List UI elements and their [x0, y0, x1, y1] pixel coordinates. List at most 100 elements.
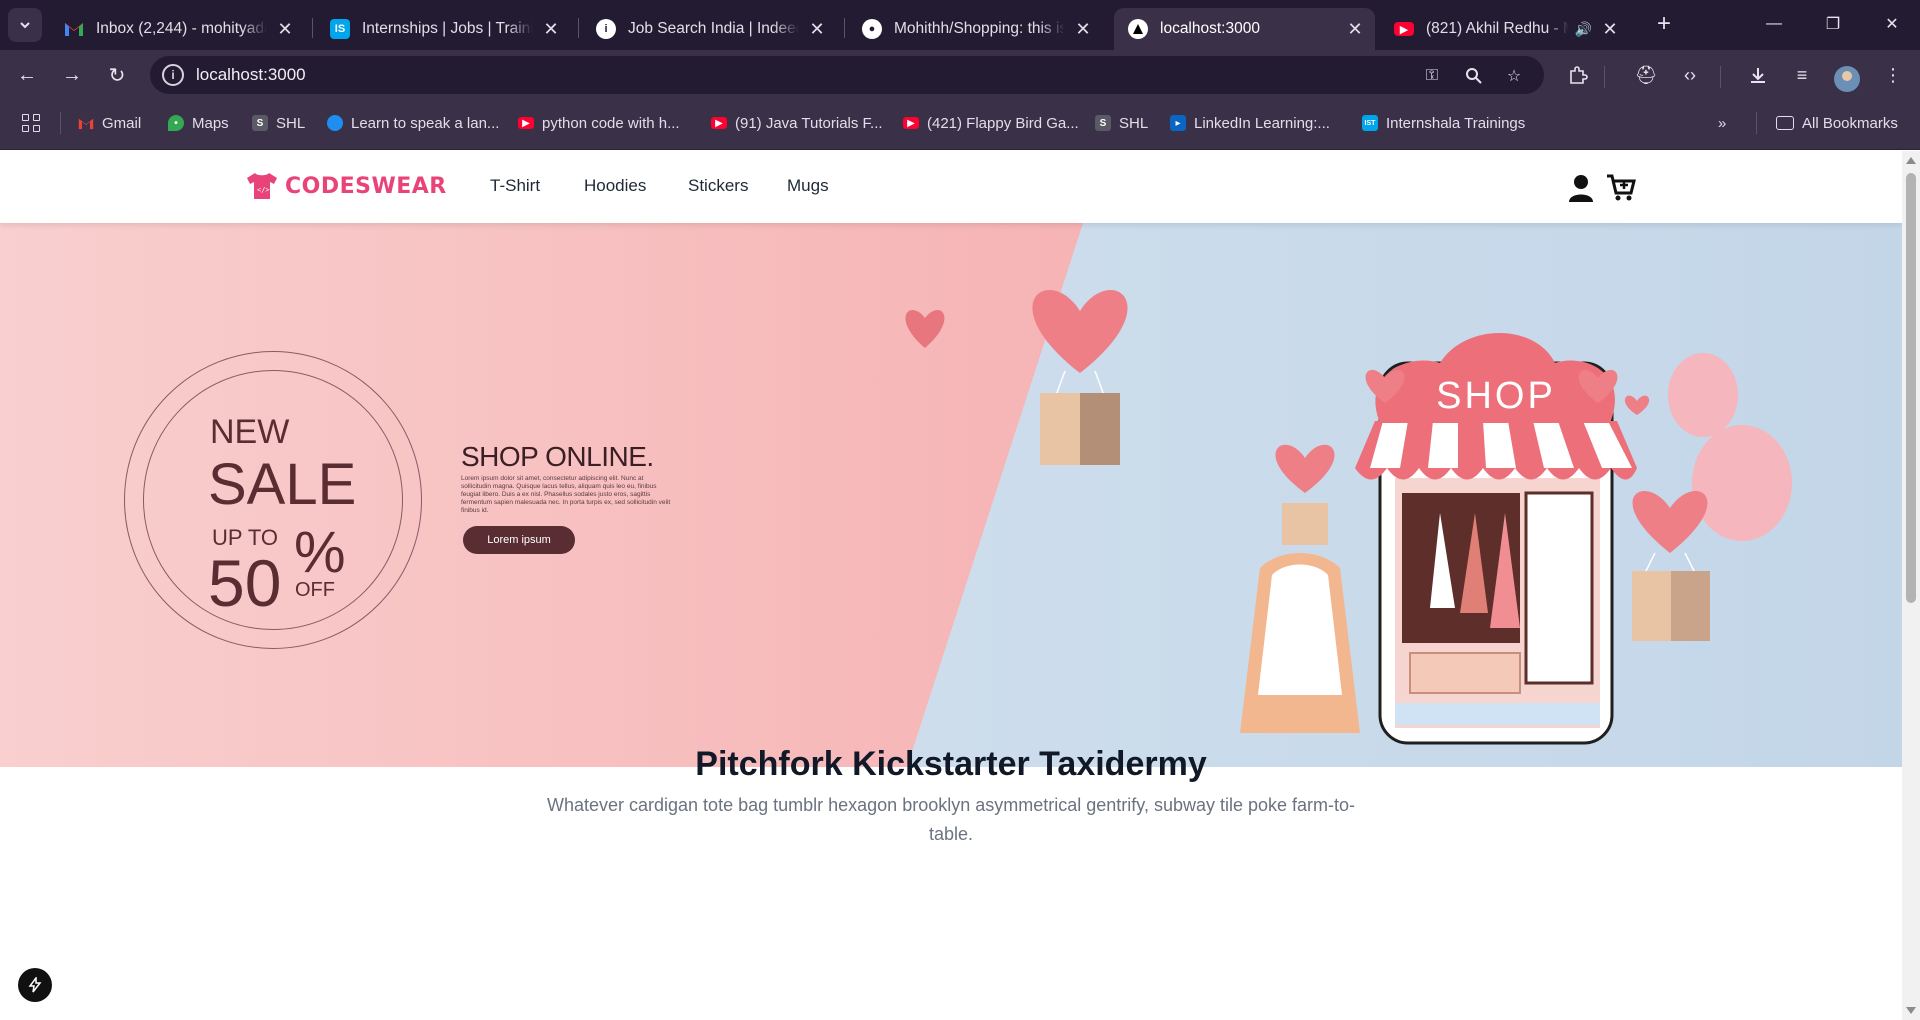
speaker-icon[interactable]: 🔊 [1575, 21, 1592, 38]
tab-indeed[interactable]: i Job Search India | Indeed ✕ [582, 8, 837, 50]
tab-divider [844, 18, 845, 38]
nav-stickers[interactable]: Stickers [688, 176, 748, 196]
bookmark-maps[interactable]: • Maps [168, 112, 229, 134]
bookmarks-bar: Gmail • Maps S SHL Learn to speak a lan.… [0, 98, 1920, 150]
bookmark-shl[interactable]: S SHL [252, 112, 305, 134]
minimize-button[interactable]: — [1754, 10, 1794, 38]
maps-icon: • [168, 115, 184, 131]
bookmark-label: LinkedIn Learning:... [1194, 114, 1330, 132]
github-icon: ● [862, 19, 882, 39]
bookmarks-divider [1756, 112, 1757, 134]
scroll-up-arrow-icon[interactable] [1906, 157, 1916, 164]
bookmark-label: Learn to speak a lan... [351, 114, 500, 132]
bookmark-flappy[interactable]: ▶ (421) Flappy Bird Ga... [903, 112, 1079, 134]
tab-github[interactable]: ● Mohithh/Shopping: this is a ✕ [848, 8, 1103, 50]
close-icon[interactable]: ✕ [1345, 19, 1365, 40]
restore-button[interactable]: ❐ [1813, 10, 1853, 38]
new-tab-button[interactable]: + [1650, 10, 1678, 38]
extensions-icon[interactable] [1565, 62, 1591, 88]
browser-toolbar: ← → ↻ i localhost:3000 ⚿ ☆ ⛑ ‹› ≡ ⋮ [0, 50, 1920, 98]
reload-icon: ↻ [108, 64, 126, 87]
tab-title: Inbox (2,244) - mohityadav [96, 20, 267, 37]
bookmark-internshala[interactable]: IST Internshala Trainings [1362, 112, 1525, 134]
heart-balloon-icon [1275, 444, 1335, 493]
kebab-menu-icon[interactable]: ⋮ [1880, 62, 1906, 88]
bookmark-label: SHL [276, 114, 306, 132]
code-icon[interactable]: ‹› [1677, 62, 1703, 88]
scroll-down-arrow-icon[interactable] [1906, 1007, 1916, 1014]
heart-balloon-icon [1632, 490, 1708, 553]
heart-balloon-icon [1032, 289, 1128, 373]
duolingo-icon [327, 115, 343, 131]
bookmark-shl-2[interactable]: S SHL [1095, 112, 1148, 134]
svg-text:</>: </> [257, 186, 270, 194]
toolbar-divider [1720, 66, 1721, 88]
heart-balloon-icon [1624, 395, 1650, 415]
tshirt-logo-icon: </> [247, 173, 277, 199]
lightning-icon [28, 977, 42, 993]
bookmark-gmail[interactable]: Gmail [78, 112, 141, 134]
nextjs-icon [1128, 19, 1148, 39]
nav-hoodies[interactable]: Hoodies [584, 176, 646, 196]
apps-grid-icon[interactable] [22, 114, 40, 132]
bookmark-label: SHL [1119, 114, 1149, 132]
minimize-icon: — [1766, 15, 1782, 32]
site-info-icon[interactable]: i [162, 64, 184, 86]
sale-percent: 50 [208, 546, 282, 620]
tab-title: (821) Akhil Redhu - Me [1426, 20, 1569, 37]
tab-title: Job Search India | Indeed [628, 20, 799, 37]
close-icon[interactable]: ✕ [275, 19, 295, 40]
tab-youtube[interactable]: ▶ (821) Akhil Redhu - Me 🔊 ✕ [1380, 8, 1630, 50]
bookmark-linkedin-learning[interactable]: ▸ LinkedIn Learning:... [1170, 112, 1330, 134]
bookmark-java[interactable]: ▶ (91) Java Tutorials F... [711, 112, 883, 134]
bookmark-duolingo[interactable]: Learn to speak a lan... [327, 112, 499, 134]
close-icon[interactable]: ✕ [1073, 19, 1093, 40]
arrow-left-icon: ← [17, 63, 37, 86]
hero-cta-button: Lorem ipsum [463, 526, 575, 554]
tab-divider [312, 18, 313, 38]
bookmark-label: Internshala Trainings [1386, 114, 1526, 132]
back-button[interactable]: ← [12, 60, 42, 90]
tab-internshala[interactable]: IS Internships | Jobs | Training ✕ [316, 8, 571, 50]
logo-text: CODESWEAR [285, 173, 447, 199]
linkedin-learning-icon: ▸ [1170, 115, 1186, 131]
forward-button[interactable]: → [57, 60, 87, 90]
nav-tshirt[interactable]: T-Shirt [490, 176, 540, 196]
zoom-icon[interactable] [1462, 64, 1486, 88]
shop-sign-text: SHOP [1436, 375, 1556, 417]
cart-icon[interactable] [1606, 173, 1636, 203]
page-scrollbar[interactable] [1902, 151, 1920, 1020]
url-text[interactable]: localhost:3000 [196, 65, 306, 85]
tab-search-button[interactable] [8, 8, 42, 42]
all-bookmarks-button[interactable]: All Bookmarks [1776, 112, 1898, 134]
bookmarks-overflow-button[interactable]: » [1718, 112, 1726, 134]
address-bar[interactable]: i localhost:3000 ⚿ ☆ [150, 56, 1544, 94]
bookmark-label: python code with h... [542, 114, 680, 132]
avatar[interactable] [1834, 66, 1860, 92]
reload-button[interactable]: ↻ [102, 60, 132, 90]
tab-localhost[interactable]: localhost:3000 ✕ [1114, 8, 1375, 50]
close-icon[interactable]: ✕ [807, 19, 827, 40]
key-icon[interactable]: ⚿ [1420, 64, 1444, 88]
internshala-icon: IST [1362, 115, 1378, 131]
hero-banner[interactable]: NEW SALE UP TO 50 % OFF SHOP ONLINE. Lor… [0, 223, 1902, 767]
bookmark-python[interactable]: ▶ python code with h... [518, 112, 680, 134]
section-title: Pitchfork Kickstarter Taxidermy [695, 745, 1207, 783]
gmail-icon [64, 19, 84, 39]
close-icon[interactable]: ✕ [541, 19, 561, 40]
close-window-button[interactable]: ✕ [1872, 10, 1912, 38]
download-icon[interactable] [1745, 62, 1771, 88]
nextjs-dev-badge[interactable] [18, 968, 52, 1002]
star-icon[interactable]: ☆ [1502, 64, 1526, 88]
nav-mugs[interactable]: Mugs [787, 176, 829, 196]
tab-gmail[interactable]: Inbox (2,244) - mohityadav ✕ [50, 8, 305, 50]
balloon-icon [1668, 353, 1738, 437]
user-icon[interactable] [1566, 173, 1596, 203]
media-control-icon[interactable]: ≡ [1789, 62, 1815, 88]
site-logo[interactable]: </> CODESWEAR [245, 172, 447, 200]
chevron-down-icon [20, 22, 30, 29]
web-page: </> CODESWEAR T-Shirt Hoodies Stickers M… [0, 151, 1902, 1020]
scrollbar-thumb[interactable] [1906, 173, 1916, 603]
incognito-icon[interactable]: ⛑ [1633, 62, 1659, 88]
close-icon[interactable]: ✕ [1600, 19, 1620, 40]
